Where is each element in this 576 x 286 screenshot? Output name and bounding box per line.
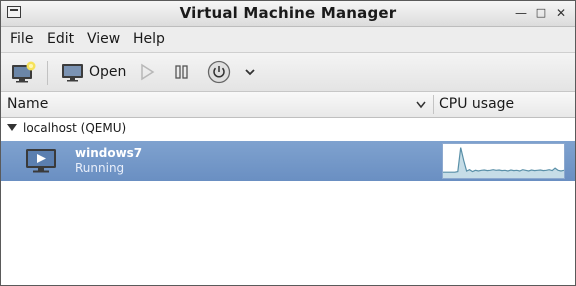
- run-button[interactable]: [139, 60, 155, 84]
- menu-bar: File Edit View Help: [1, 27, 575, 53]
- open-label: Open: [89, 64, 127, 80]
- connection-row[interactable]: localhost (QEMU): [1, 118, 575, 140]
- play-icon: [141, 63, 155, 81]
- close-icon[interactable]: ✕: [553, 5, 569, 21]
- list-header: Name CPU usage: [1, 92, 575, 118]
- shutdown-menu-button[interactable]: [244, 60, 256, 84]
- menu-help[interactable]: Help: [133, 31, 165, 47]
- toolbar: Open: [1, 53, 575, 92]
- vmm-window: Virtual Machine Manager — □ ✕ File Edit …: [0, 0, 576, 286]
- new-vm-button[interactable]: [11, 60, 37, 84]
- menu-file[interactable]: File: [10, 31, 33, 47]
- cpu-usage-graph: [442, 143, 565, 179]
- vm-monitor-icon: [26, 149, 56, 173]
- minimize-icon[interactable]: —: [513, 5, 529, 21]
- cpu-column-header[interactable]: CPU usage: [439, 96, 514, 112]
- pause-button[interactable]: [174, 60, 190, 84]
- maximize-icon[interactable]: □: [533, 5, 549, 21]
- monitor-icon: [62, 64, 83, 82]
- vm-row[interactable]: windows7 Running: [1, 141, 575, 181]
- vm-name: windows7: [75, 146, 143, 160]
- vm-list: Name CPU usage localhost (QEMU) windows7…: [1, 92, 575, 285]
- open-button[interactable]: Open: [61, 60, 126, 84]
- connection-label: localhost (QEMU): [23, 121, 127, 135]
- expander-icon[interactable]: [7, 124, 17, 131]
- title-bar[interactable]: Virtual Machine Manager — □ ✕: [1, 1, 575, 27]
- shutdown-button[interactable]: [207, 60, 231, 84]
- pause-icon: [175, 65, 188, 79]
- toolbar-separator: [47, 61, 48, 85]
- cpu-sparkline: [443, 147, 565, 178]
- new-vm-icon: [12, 61, 36, 83]
- chevron-down-icon: [245, 69, 255, 76]
- cpu-area: [443, 147, 564, 178]
- window-title: Virtual Machine Manager: [179, 4, 397, 22]
- vm-status: Running: [75, 161, 125, 175]
- chevron-down-icon[interactable]: [415, 100, 427, 110]
- column-separator: [433, 95, 434, 114]
- power-icon: [207, 60, 231, 84]
- menu-view[interactable]: View: [87, 31, 120, 47]
- menu-edit[interactable]: Edit: [47, 31, 74, 47]
- name-column-header[interactable]: Name: [7, 96, 48, 112]
